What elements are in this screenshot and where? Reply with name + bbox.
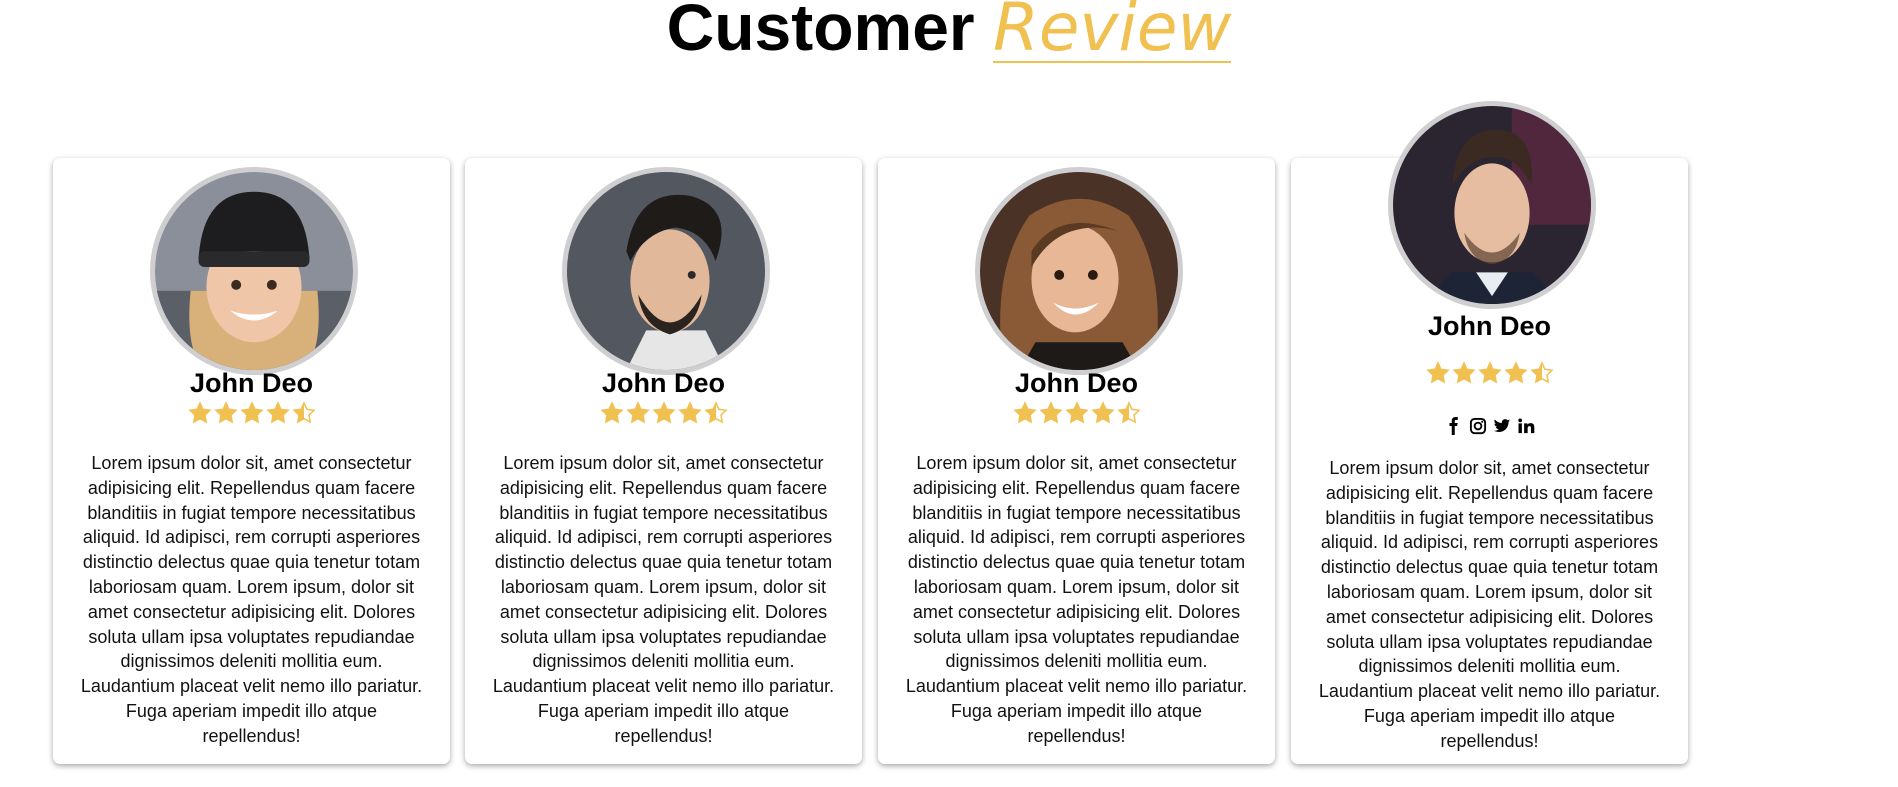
section-title-main: Customer [666, 0, 975, 64]
star-half-icon [1116, 401, 1141, 424]
star-full-icon [187, 401, 212, 424]
star-full-icon [1425, 361, 1450, 384]
star-half-icon [1529, 361, 1554, 384]
social-links [1291, 415, 1688, 437]
reviewer-name: John Deo [1427, 311, 1551, 341]
review-card: John Deo Lorem ipsum dolor sit, amet con… [53, 158, 450, 764]
star-full-icon [625, 401, 650, 424]
review-text: Lorem ipsum dolor sit, amet consectetur … [1318, 458, 1661, 751]
review-text: Lorem ipsum dolor sit, amet consectetur … [905, 453, 1248, 746]
reviewer-avatar [975, 167, 1183, 375]
star-full-icon [1503, 361, 1528, 384]
star-full-icon [1477, 361, 1502, 384]
star-full-icon [677, 401, 702, 424]
twitter-icon[interactable] [1491, 415, 1513, 437]
rating-stars [465, 401, 862, 425]
rating-stars [53, 401, 450, 425]
star-full-icon [1038, 401, 1063, 424]
review-card: John Deo Lorem ipsum dolor sit, amet con… [878, 158, 1275, 764]
review-text: Lorem ipsum dolor sit, amet consectetur … [80, 453, 423, 746]
rating-stars [1291, 361, 1688, 385]
reviewer-name: John Deo [601, 368, 725, 398]
reviewer-name: John Deo [1014, 368, 1138, 398]
reviewer-name: John Deo [189, 368, 313, 398]
star-full-icon [599, 401, 624, 424]
review-text: Lorem ipsum dolor sit, amet consectetur … [492, 453, 835, 746]
star-full-icon [1064, 401, 1089, 424]
star-full-icon [1090, 401, 1115, 424]
reviewer-avatar [1388, 101, 1596, 309]
avatar-woman-curly-icon [980, 172, 1178, 370]
section-title: Customer Review [0, 0, 1898, 63]
review-card-featured: John Deo Lorem ipsum dolor sit, amet con… [1291, 101, 1688, 764]
star-half-icon [703, 401, 728, 424]
review-card: John Deo Lorem ipsum dolor sit, amet con… [465, 158, 862, 764]
rating-stars [878, 401, 1275, 425]
section-title-accent: Review [992, 0, 1232, 63]
avatar-woman-beanie-icon [155, 172, 353, 370]
star-half-icon [291, 401, 316, 424]
star-full-icon [265, 401, 290, 424]
star-full-icon [213, 401, 238, 424]
reviewer-avatar [562, 167, 770, 375]
star-full-icon [1451, 361, 1476, 384]
star-full-icon [239, 401, 264, 424]
avatar-man-suit-icon [1393, 106, 1591, 304]
reviewer-avatar [150, 167, 358, 375]
star-full-icon [1012, 401, 1037, 424]
facebook-icon[interactable] [1443, 415, 1465, 437]
avatar-man-beard-icon [567, 172, 765, 370]
star-full-icon [651, 401, 676, 424]
linkedin-icon[interactable] [1515, 415, 1537, 437]
instagram-icon[interactable] [1467, 415, 1489, 437]
